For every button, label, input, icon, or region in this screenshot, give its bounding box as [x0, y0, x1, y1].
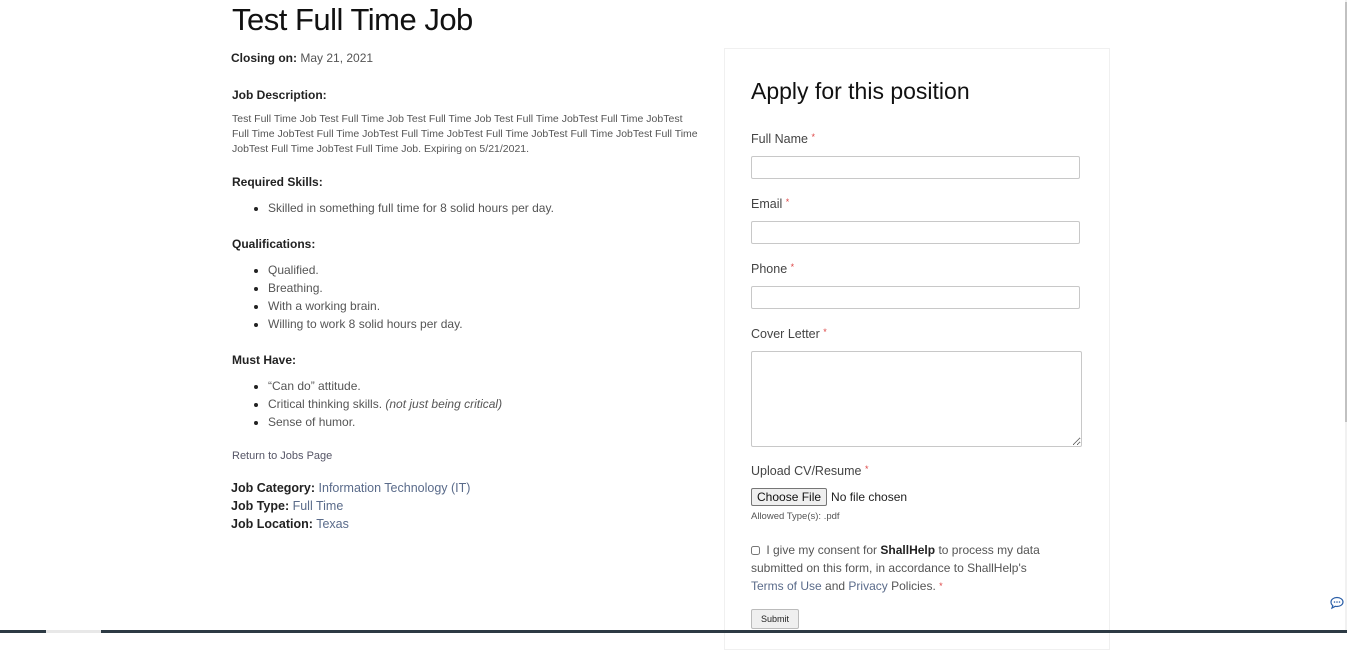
label-text: Email — [751, 197, 783, 211]
job-description: Test Full Time Job Test Full Time Job Te… — [232, 113, 698, 155]
job-category-link[interactable]: Information Technology (IT) — [319, 481, 471, 495]
list-item-note: (not just being critical) — [385, 397, 503, 411]
list-item: Critical thinking skills. (not just bein… — [268, 395, 502, 413]
form-title: Apply for this position — [751, 78, 970, 104]
required-mark: * — [864, 464, 869, 474]
list-item: Willing to work 8 solid hours per day. — [268, 315, 463, 333]
email-input[interactable] — [751, 221, 1080, 244]
required-mark: * — [785, 197, 790, 207]
file-status: No file chosen — [831, 490, 908, 504]
label-text: Upload CV/Resume — [751, 464, 862, 478]
cover-letter-label: Cover Letter * — [751, 327, 827, 341]
must-have-heading: Must Have: — [232, 353, 297, 367]
required-skills-list: Skilled in something full time for 8 sol… — [232, 199, 554, 217]
job-category: Job Category: Information Technology (IT… — [231, 481, 470, 495]
consent-text: I give my consent for — [766, 543, 878, 557]
required-mark: * — [790, 262, 795, 272]
required-skills-heading: Required Skills: — [232, 175, 323, 189]
list-item-text: “Can do” attitude. — [268, 379, 361, 393]
return-to-jobs-link[interactable]: Return to Jobs Page — [232, 450, 332, 462]
privacy-link[interactable]: Privacy — [848, 579, 887, 593]
job-type: Job Type: Full Time — [231, 499, 343, 513]
list-item-text: Critical thinking skills. — [268, 397, 383, 411]
file-upload: Choose File No file chosen — [751, 488, 907, 506]
chat-bubble-icon[interactable] — [1329, 595, 1345, 611]
choose-file-button[interactable]: Choose File — [751, 488, 828, 506]
job-location: Job Location: Texas — [231, 517, 349, 531]
upload-cv-label: Upload CV/Resume * — [751, 464, 868, 478]
terms-of-use-link[interactable]: Terms of Use — [751, 579, 822, 593]
list-item: Breathing. — [268, 279, 463, 297]
label-text: Phone — [751, 262, 788, 276]
job-description-heading: Job Description: — [232, 88, 327, 102]
required-mark: * — [939, 581, 943, 591]
job-type-label: Job Type: — [231, 499, 290, 513]
closing-label: Closing on: — [231, 51, 297, 65]
label-text: Full Name — [751, 132, 808, 146]
full-name-label: Full Name * — [751, 132, 815, 146]
closing-value: May 21, 2021 — [300, 51, 374, 65]
closing-date: Closing on: May 21, 2021 — [231, 51, 373, 65]
allowed-types: Allowed Type(s): .pdf — [751, 511, 840, 522]
list-item: Skilled in something full time for 8 sol… — [268, 199, 554, 217]
required-mark: * — [823, 327, 827, 337]
email-label: Email * — [751, 197, 789, 211]
consent-text: and — [825, 579, 846, 593]
consent-text: Policies. — [891, 579, 936, 593]
submit-button[interactable]: Submit — [751, 609, 799, 629]
phone-input[interactable] — [751, 286, 1080, 309]
list-item-text: Sense of humor. — [268, 415, 356, 429]
qualifications-list: Qualified. Breathing. With a working bra… — [232, 261, 463, 333]
job-category-label: Job Category: — [231, 481, 316, 495]
job-location-link[interactable]: Texas — [316, 517, 349, 531]
list-item: With a working brain. — [268, 297, 463, 315]
required-mark: * — [811, 132, 815, 142]
job-title: Test Full Time Job — [232, 2, 473, 37]
list-item: Sense of humor. — [268, 413, 502, 431]
job-location-label: Job Location: — [231, 517, 313, 531]
job-type-link[interactable]: Full Time — [293, 499, 344, 513]
label-text: Cover Letter — [751, 327, 820, 341]
list-item: “Can do” attitude. — [268, 377, 502, 395]
must-have-list: “Can do” attitude. Critical thinking ski… — [232, 377, 502, 431]
full-name-input[interactable] — [751, 156, 1080, 179]
list-item: Qualified. — [268, 261, 463, 279]
consent-brand: ShallHelp — [880, 543, 936, 557]
consent-checkbox[interactable] — [751, 546, 760, 556]
consent-block: I give my consent for ShallHelp to proce… — [751, 541, 1051, 595]
qualifications-heading: Qualifications: — [232, 237, 316, 251]
cover-letter-textarea[interactable] — [751, 351, 1082, 447]
phone-label: Phone * — [751, 262, 794, 276]
